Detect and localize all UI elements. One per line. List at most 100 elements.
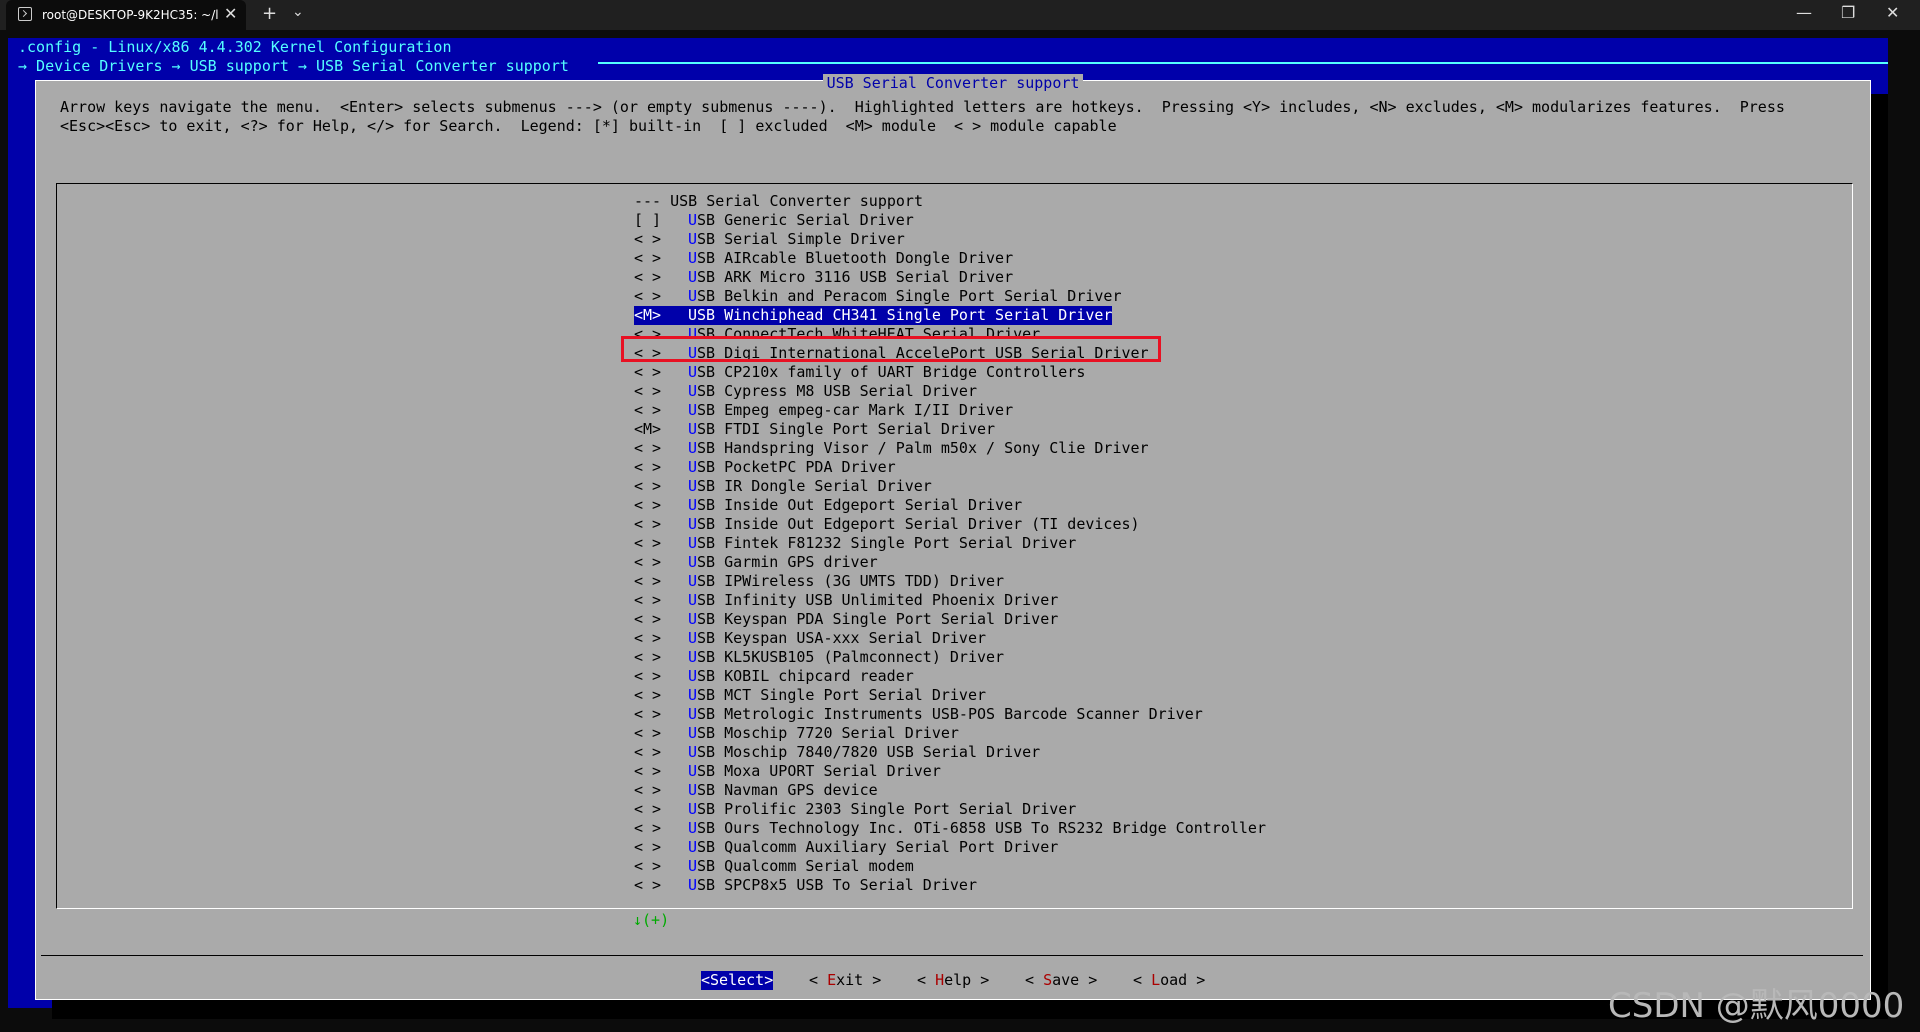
menu-item[interactable]: < > USB KOBIL chipcard reader [634, 667, 914, 686]
terminal-area[interactable]: .config - Linux/x86 4.4.302 Kernel Confi… [8, 38, 1888, 1019]
menu-item-hotkey: U [688, 667, 698, 685]
menu-item[interactable]: < > USB Keyspan USA-xxx Serial Driver [634, 629, 986, 648]
menu-item[interactable]: < > USB Handspring Visor / Palm m50x / So… [634, 439, 1149, 458]
menu-item-label: SB Belkin and Peracom Single Port Serial… [697, 287, 1122, 305]
menu-item-hotkey: U [688, 230, 698, 248]
load-button[interactable]: < Load > [1133, 971, 1205, 990]
menu-item[interactable]: < > USB Moschip 7840/7820 USB Serial Driv… [634, 743, 1040, 762]
menu-item-state[interactable]: < > [634, 287, 688, 306]
menu-item[interactable]: <M> USB FTDI Single Port Serial Driver [634, 420, 995, 439]
menu-item-state[interactable]: < > [634, 686, 688, 705]
menu-item[interactable]: < > USB Garmin GPS driver [634, 553, 878, 572]
menu-item[interactable]: < > USB Moxa UPORT Serial Driver [634, 762, 941, 781]
menu-item-state[interactable]: < > [634, 800, 688, 819]
menu-item-state[interactable]: < > [634, 496, 688, 515]
menu-item[interactable]: < > USB Metrologic Instruments USB-POS Ba… [634, 705, 1203, 724]
menu-item-state[interactable]: < > [634, 439, 688, 458]
menu-item-hotkey: U [688, 401, 698, 419]
menu-item-state[interactable]: < > [634, 401, 688, 420]
menu-item[interactable]: < > USB Ours Technology Inc. OTi-6858 USB… [634, 819, 1266, 838]
menu-item[interactable]: < > USB KL5KUSB105 (Palmconnect) Driver [634, 648, 1004, 667]
menu-item-state[interactable]: < > [634, 458, 688, 477]
terminal-tab[interactable]: root@DESKTOP-9K2HC35: ~/l ✕ [6, 0, 246, 30]
menu-item-state[interactable]: < > [634, 876, 688, 895]
menu-item[interactable]: [ ] USB Generic Serial Driver [634, 211, 914, 230]
menu-item[interactable]: < > USB Cypress M8 USB Serial Driver [634, 382, 977, 401]
menu-item-label: SB Cypress M8 USB Serial Driver [697, 382, 977, 400]
menu-item-state[interactable]: < > [634, 667, 688, 686]
menu-item-hotkey: U [688, 572, 698, 590]
menu-item-label: SB IPWireless (3G UMTS TDD) Driver [697, 572, 1005, 590]
menu-item[interactable]: < > USB Keyspan PDA Single Port Serial Dr… [634, 610, 1058, 629]
menu-item[interactable]: < > USB IR Dongle Serial Driver [634, 477, 932, 496]
tab-close-icon[interactable]: ✕ [224, 4, 237, 23]
minimize-icon[interactable]: — [1796, 3, 1812, 22]
menu-item-state[interactable]: < > [634, 724, 688, 743]
window-close-icon[interactable]: ✕ [1886, 3, 1899, 22]
menu-item-hotkey: U [688, 439, 698, 457]
select-button[interactable]: <Select> [701, 971, 774, 990]
menu-item[interactable]: < > USB Fintek F81232 Single Port Serial … [634, 534, 1076, 553]
menu-item-state[interactable]: < > [634, 363, 688, 382]
menu-item-state[interactable]: <M> [634, 420, 688, 439]
menu-list[interactable]: --- USB Serial Converter support [ ] USB … [56, 183, 1853, 909]
menu-item[interactable]: <M> USB Winchiphead CH341 Single Port Ser… [634, 306, 1112, 325]
menu-item[interactable]: < > USB Empeg empeg-car Mark I/II Driver [634, 401, 1013, 420]
menu-item[interactable]: < > USB IPWireless (3G UMTS TDD) Driver [634, 572, 1004, 591]
menu-item-state[interactable]: < > [634, 249, 688, 268]
menu-item[interactable]: < > USB PocketPC PDA Driver [634, 458, 896, 477]
menu-item-label: SB FTDI Single Port Serial Driver [697, 420, 996, 438]
menu-item-label: SB MCT Single Port Serial Driver [697, 686, 987, 704]
maximize-icon[interactable]: ❐ [1841, 3, 1855, 22]
menu-item-state[interactable]: < > [634, 743, 688, 762]
chevron-down-icon[interactable]: ⌄ [292, 4, 304, 20]
menu-item-state[interactable]: < > [634, 629, 688, 648]
menu-item[interactable]: < > USB Belkin and Peracom Single Port Se… [634, 287, 1121, 306]
menu-item[interactable]: < > USB Inside Out Edgeport Serial Driver… [634, 515, 1140, 534]
menu-item[interactable]: < > USB ARK Micro 3116 USB Serial Driver [634, 268, 1013, 287]
menu-item-state[interactable]: < > [634, 534, 688, 553]
menu-item-state[interactable]: < > [634, 781, 688, 800]
menu-item[interactable]: < > USB Moschip 7720 Serial Driver [634, 724, 959, 743]
menu-item[interactable]: < > USB Infinity USB Unlimited Phoenix Dr… [634, 591, 1058, 610]
menu-item-state[interactable]: < > [634, 591, 688, 610]
menu-item[interactable]: < > USB AIRcable Bluetooth Dongle Driver [634, 249, 1013, 268]
help-button[interactable]: < Help > [917, 971, 989, 990]
menu-item-hotkey: U [688, 705, 698, 723]
menu-item[interactable]: < > USB Serial Simple Driver [634, 230, 905, 249]
menu-item[interactable]: < > USB MCT Single Port Serial Driver [634, 686, 986, 705]
menu-item-state[interactable]: < > [634, 819, 688, 838]
dialog-shadow-right [1871, 94, 1888, 1014]
menu-item-hotkey: U [688, 629, 698, 647]
menu-item-hotkey: U [688, 382, 698, 400]
menu-item[interactable]: < > USB Navman GPS device [634, 781, 878, 800]
menu-item-state[interactable]: < > [634, 572, 688, 591]
menu-item-state[interactable]: < > [634, 838, 688, 857]
save-button[interactable]: < Save > [1025, 971, 1097, 990]
menu-item-state[interactable]: < > [634, 477, 688, 496]
menu-item-state[interactable]: < > [634, 762, 688, 781]
menu-item-state[interactable]: < > [634, 230, 688, 249]
exit-button[interactable]: < Exit > [809, 971, 881, 990]
menu-item-label: SB Moschip 7720 Serial Driver [697, 724, 959, 742]
menu-item-state[interactable]: < > [634, 382, 688, 401]
menu-item-state[interactable]: < > [634, 857, 688, 876]
menu-item-state[interactable]: < > [634, 648, 688, 667]
menu-item-state[interactable]: < > [634, 515, 688, 534]
menu-item-state[interactable]: < > [634, 705, 688, 724]
menu-item-state[interactable]: < > [634, 268, 688, 287]
terminal-icon [18, 7, 32, 21]
menu-item[interactable]: < > USB Qualcomm Serial modem [634, 857, 914, 876]
menu-item-state[interactable]: < > [634, 610, 688, 629]
menu-item[interactable]: < > USB SPCP8x5 USB To Serial Driver [634, 876, 977, 895]
menu-item[interactable]: < > USB Inside Out Edgeport Serial Driver [634, 496, 1022, 515]
menu-item-state[interactable]: <M> [634, 306, 688, 325]
menu-item-state[interactable]: < > [634, 553, 688, 572]
menu-item-hotkey: U [688, 363, 698, 381]
menu-item[interactable]: < > USB CP210x family of UART Bridge Cont… [634, 363, 1085, 382]
menu-item-label: SB ARK Micro 3116 USB Serial Driver [697, 268, 1014, 286]
menu-item[interactable]: < > USB Prolific 2303 Single Port Serial … [634, 800, 1076, 819]
menu-item[interactable]: < > USB Qualcomm Auxiliary Serial Port Dr… [634, 838, 1058, 857]
new-tab-icon[interactable]: + [262, 3, 277, 24]
menu-item-state[interactable]: [ ] [634, 211, 688, 230]
